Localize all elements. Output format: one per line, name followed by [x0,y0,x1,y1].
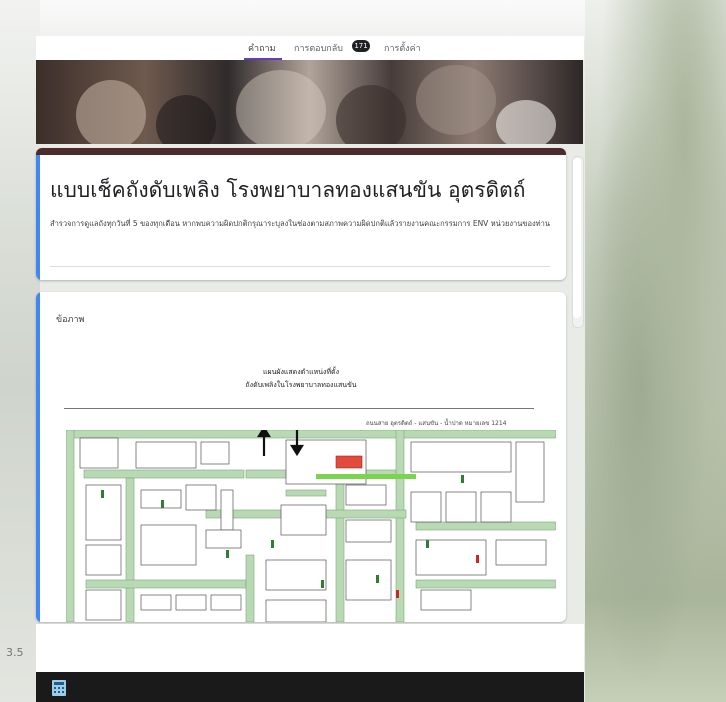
focus-indicator [36,292,40,622]
image-item-card[interactable]: ข้อภาพ แผนผังแสดงตำแหน่งที่ตั้ง ถังดับเพ… [36,292,566,622]
theme-color-bar [36,148,566,155]
form-title[interactable]: แบบเช็คถังดับเพลิง โรงพยาบาลทองแสนขัน อุ… [50,174,526,207]
map-title-line2: ถังดับเพลิงในโรงพยาบาลทองแสนขัน [245,381,357,389]
focus-indicator [36,155,40,280]
tab-responses[interactable]: การตอบกลับ [294,41,343,55]
title-divider [50,266,550,267]
image-item-title[interactable]: ข้อภาพ [56,312,84,326]
tab-questions[interactable]: คำถาม [248,41,276,55]
form-tabs-bar: คำถาม การตอบกลับ 171 การตั้งค่า [36,36,584,60]
background-right-trees [585,0,726,702]
map-divider [64,408,534,409]
taskbar [36,672,584,702]
scrollbar-thumb[interactable] [573,158,581,318]
arrow-up-icon [257,430,271,456]
form-description[interactable]: สำรวจการดูแลถังทุกวันที่ 5 ของทุกเดือน ห… [50,218,550,229]
responses-count-badge: 171 [352,40,370,52]
background-left [0,0,40,702]
form-title-card[interactable]: แบบเช็คถังดับเพลิง โรงพยาบาลทองแสนขัน อุ… [36,148,566,280]
calculator-icon[interactable] [52,680,66,696]
hospital-floorplan-image [66,430,556,622]
map-title-line1: แผนผังแสดงตำแหน่งที่ตั้ง [262,368,340,376]
tab-settings[interactable]: การตั้งค่า [384,41,421,55]
form-bottom-area [36,624,584,672]
form-header-image [36,60,583,144]
map-caption: ถนนสาย อุตรดิตถ์ - แสนขัน - น้ำปาด หมายเ… [366,420,507,427]
background-text: 3.5 [6,646,24,659]
